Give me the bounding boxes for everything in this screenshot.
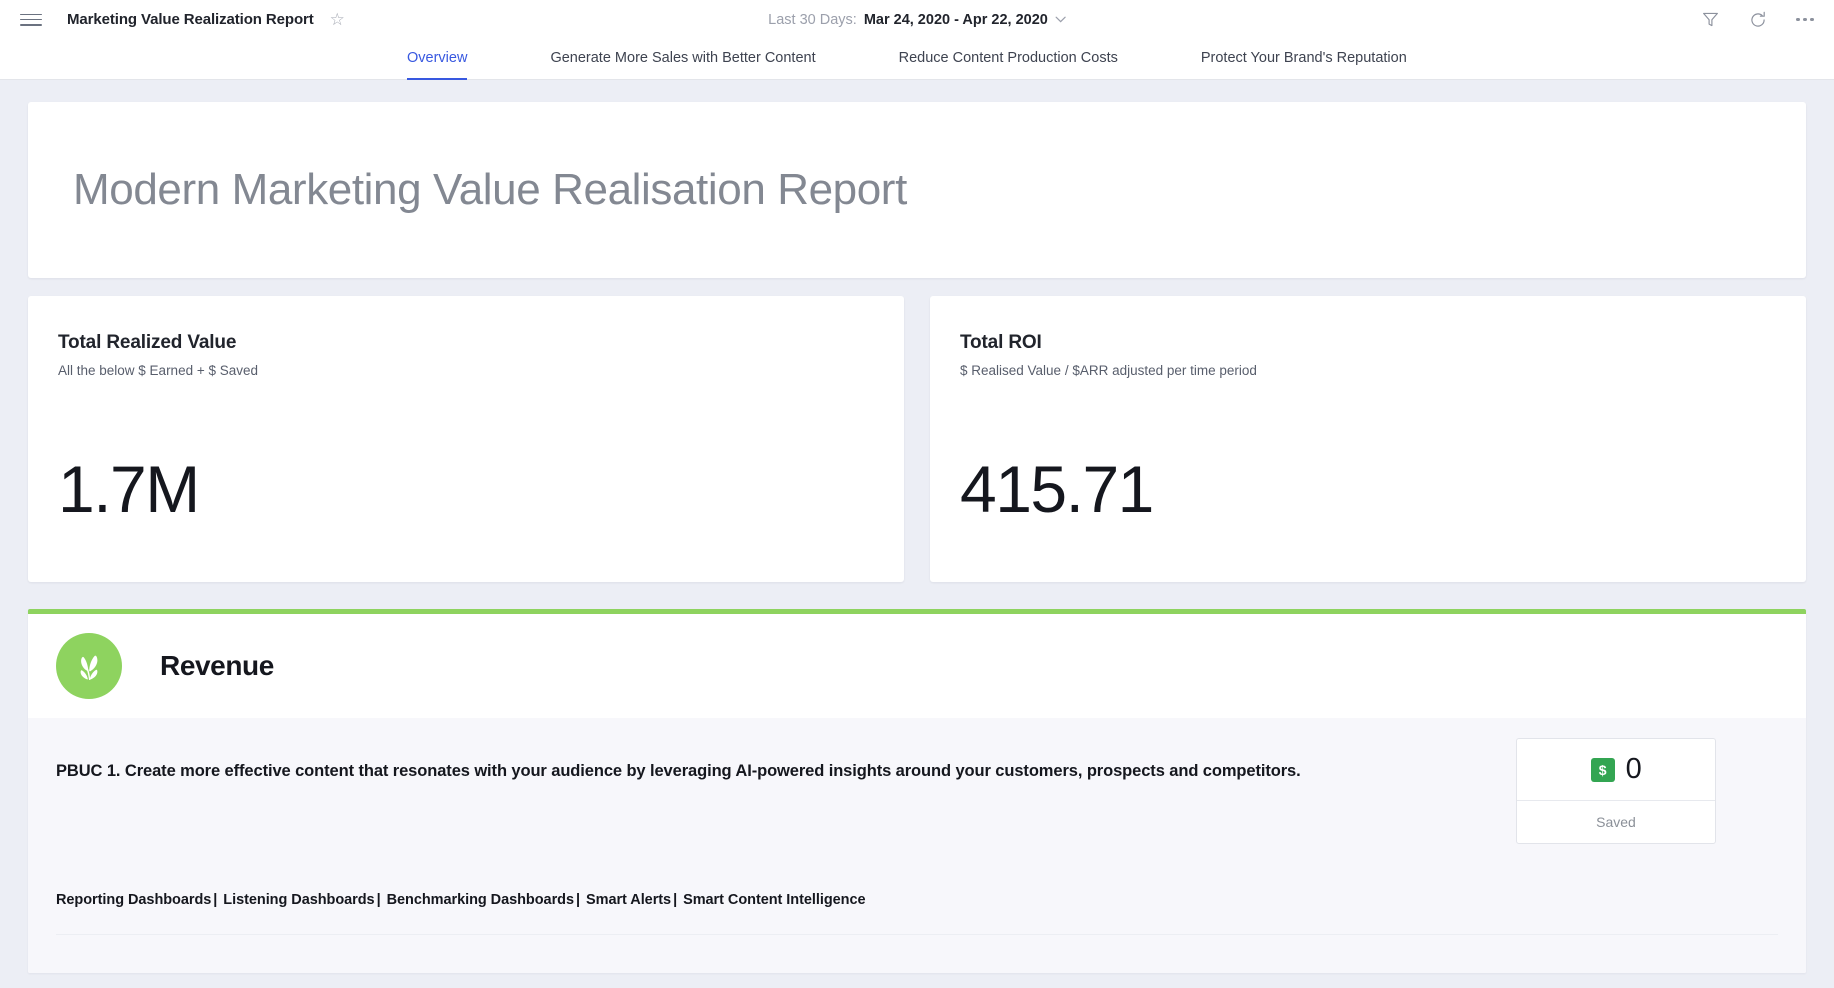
dashboard-app: Marketing Value Realization Report ☆ Las… [0,0,1834,988]
link-separator: | [376,892,381,908]
dollar-badge-icon: $ [1590,757,1615,782]
tab-label: Reduce Content Production Costs [898,50,1118,66]
revenue-section-body: PBUC 1. Create more effective content th… [28,718,1806,973]
vertical-scrollbar[interactable] [1826,80,1834,988]
hero-title: Modern Marketing Value Realisation Repor… [73,164,907,214]
saved-metric-label: Saved [1596,814,1636,830]
link-listening-dashboards[interactable]: Listening Dashboards [223,892,374,908]
page-title: Marketing Value Realization Report [67,11,314,28]
kpi-subtitle: All the below $ Earned + $ Saved [58,363,259,378]
dashboard-links-row: Reporting Dashboards | Listening Dashboar… [56,892,1778,908]
link-benchmarking-dashboards[interactable]: Benchmarking Dashboards [387,892,574,908]
kpi-value: 1.7M [58,452,200,526]
tab-generate-more-sales[interactable]: Generate More Sales with Better Content [550,39,815,79]
sprout-leaf-icon [56,633,122,699]
filter-icon[interactable] [1700,10,1720,30]
hero-title-card: Modern Marketing Value Realisation Repor… [28,102,1806,278]
link-smart-content-intelligence[interactable]: Smart Content Intelligence [683,892,865,908]
link-separator: | [575,892,580,908]
kpi-card-total-roi[interactable]: Total ROI $ Realised Value / $ARR adjust… [930,296,1806,582]
hamburger-icon[interactable] [20,12,42,28]
saved-metric-value: 0 [1625,753,1642,785]
kpi-title: Total ROI [960,332,1042,353]
dashboard-board: Modern Marketing Value Realisation Repor… [0,80,1834,988]
link-smart-alerts[interactable]: Smart Alerts [586,892,671,908]
revenue-section: Revenue PBUC 1. Create more effective co… [28,609,1806,973]
date-range-label: Last 30 Days: [768,11,857,28]
link-separator: | [673,892,678,908]
revenue-section-header: Revenue [28,614,1806,718]
tab-label: Protect Your Brand's Reputation [1200,50,1407,66]
kpi-subtitle: $ Realised Value / $ARR adjusted per tim… [960,363,1257,378]
date-range-value: Mar 24, 2020 - Apr 22, 2020 [863,11,1048,28]
top-bar: Marketing Value Realization Report ☆ Las… [0,0,1834,39]
tab-reduce-content-costs[interactable]: Reduce Content Production Costs [899,39,1118,79]
saved-metric-value-row: $ 0 [1517,739,1715,801]
tab-bar: Overview Generate More Sales with Better… [0,39,1834,80]
chevron-down-icon [1055,15,1066,26]
kpi-title: Total Realized Value [58,332,237,353]
star-icon[interactable]: ☆ [330,11,345,28]
kpi-row: Total Realized Value All the below $ Ear… [28,296,1806,582]
revenue-section-title: Revenue [160,650,274,681]
more-options-icon[interactable] [1796,17,1814,22]
tab-label: Generate More Sales with Better Content [550,50,816,66]
revenue-section-footer-divider [56,934,1778,962]
saved-metric-card[interactable]: $ 0 Saved [1516,738,1716,844]
pbuc-row: PBUC 1. Create more effective content th… [56,738,1778,844]
link-separator: | [213,892,218,908]
pbuc-description: PBUC 1. Create more effective content th… [56,762,1301,780]
date-range-selector[interactable]: Last 30 Days: Mar 24, 2020 - Apr 22, 202… [768,12,1066,28]
link-reporting-dashboards[interactable]: Reporting Dashboards [56,892,211,908]
tab-overview[interactable]: Overview [407,39,468,80]
kpi-value: 415.71 [960,452,1154,526]
tab-label: Overview [407,50,468,66]
kpi-card-total-realized-value[interactable]: Total Realized Value All the below $ Ear… [28,296,904,582]
refresh-icon[interactable] [1748,10,1768,30]
top-bar-actions [1700,10,1814,30]
tab-protect-brand-reputation[interactable]: Protect Your Brand's Reputation [1201,39,1407,79]
